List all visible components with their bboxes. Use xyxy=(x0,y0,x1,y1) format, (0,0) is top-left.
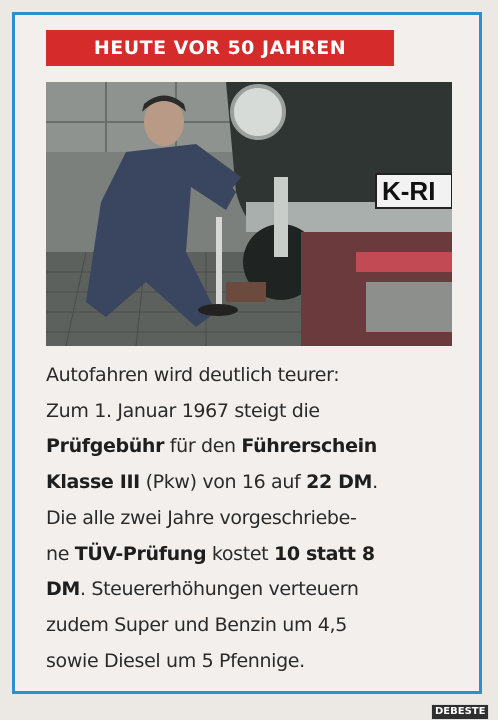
article-body: Autofahren wird deutlich teurer: Zum 1. J… xyxy=(46,358,466,679)
article-line: ne TÜV-Prüfung kostet 10 statt 8 xyxy=(46,537,466,573)
tool-stand xyxy=(216,217,222,307)
bold-text: Prüfgebühr xyxy=(46,435,165,458)
article-text: kostet xyxy=(206,542,274,565)
article-text: Autofahren wird deutlich teurer: xyxy=(46,364,340,386)
headlight xyxy=(230,84,286,140)
bold-text: 22 DM xyxy=(306,471,373,494)
article-line: Prüfgebühr für den Führerschein xyxy=(46,429,466,465)
article-line: DM. Steuererhöhungen verteuern xyxy=(46,572,466,608)
article-text: zudem Super und Benzin um 4,5 xyxy=(46,613,347,636)
gauge-box xyxy=(226,282,266,302)
newspaper-clipping: HEUTE VOR 50 JAHREN K-RI Autofahren wird… xyxy=(0,0,498,720)
article-line: Autofahren wird deutlich teurer: xyxy=(46,358,466,394)
bold-text: TÜV-Prüfung xyxy=(74,542,207,565)
article-text: Zum 1. Januar 1967 steigt die xyxy=(46,399,320,422)
article-line: sowie Diesel um 5 Pfennige. xyxy=(46,644,466,680)
article-line: zudem Super und Benzin um 4,5 xyxy=(46,608,466,644)
article-line: Die alle zwei Jahre vorgeschriebe- xyxy=(46,501,466,537)
article-line: Klasse III (Pkw) von 16 auf 22 DM. xyxy=(46,465,466,501)
license-plate-text: K-RI xyxy=(382,176,435,206)
article-text: . Steuererhöhungen verteuern xyxy=(79,578,359,601)
article-text: sowie Diesel um 5 Pfennige. xyxy=(46,649,305,672)
test-rig-arm xyxy=(274,177,288,257)
bold-text: Führerschein xyxy=(241,435,377,458)
article-photo: K-RI xyxy=(46,82,452,346)
article-text: (Pkw) von 16 auf xyxy=(139,471,307,494)
article-text: . xyxy=(372,471,378,494)
article-line: Zum 1. Januar 1967 steigt die xyxy=(46,394,466,430)
article-text: für den xyxy=(164,435,242,458)
headline-banner: HEUTE VOR 50 JAHREN xyxy=(46,30,394,66)
bold-text: 10 statt 8 xyxy=(273,542,375,565)
bold-text: DM xyxy=(46,578,80,601)
mechanic-car-illustration: K-RI xyxy=(46,82,452,346)
site-watermark: DEBESTE xyxy=(431,704,490,720)
article-text: ne xyxy=(46,542,75,565)
bold-text: Klasse III xyxy=(46,471,140,494)
article-text: Die alle zwei Jahre vorgeschriebe- xyxy=(46,506,357,529)
